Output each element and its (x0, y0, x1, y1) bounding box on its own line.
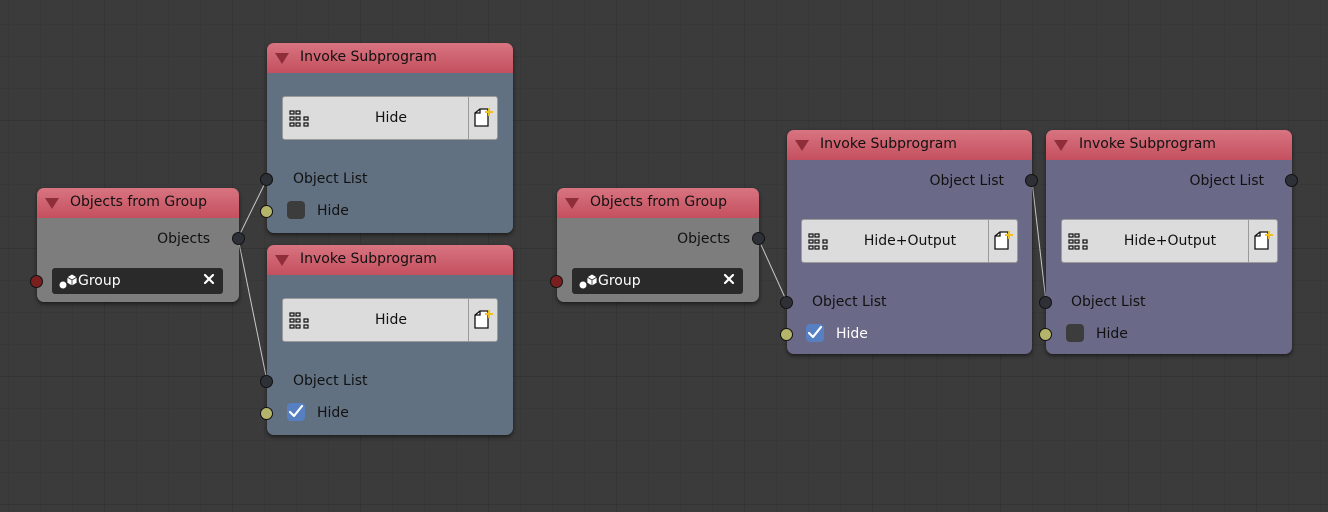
link-objects-to-invoke-3 (757, 237, 788, 303)
group-input-socket[interactable] (550, 275, 563, 288)
group-input-socket[interactable] (30, 275, 43, 288)
object-list-input-label: Object List (812, 294, 887, 310)
new-subprogram-button[interactable] (468, 97, 497, 139)
hide-input-socket[interactable] (780, 328, 793, 341)
node-title: Invoke Subprogram (1079, 136, 1216, 152)
node-header[interactable]: Objects from Group (557, 188, 759, 218)
node-title: Invoke Subprogram (300, 49, 437, 65)
node-tree-icon (1068, 233, 1088, 250)
new-file-icon (474, 108, 493, 127)
group-value: Group (78, 273, 121, 289)
group-icon (579, 273, 598, 289)
group-selector[interactable]: Group (572, 268, 743, 294)
node-header[interactable]: Objects from Group (37, 188, 239, 218)
checkmark-icon (807, 325, 823, 339)
object-list-output-socket[interactable] (1025, 174, 1038, 187)
node-title: Objects from Group (590, 194, 727, 210)
link-objects-to-invoke-2 (237, 237, 268, 382)
node-title: Objects from Group (70, 194, 207, 210)
node-tree-icon (289, 312, 309, 329)
subprogram-selector[interactable]: Hide+Output (1061, 219, 1278, 263)
node-header[interactable]: Invoke Subprogram (267, 43, 513, 73)
hide-checkbox[interactable] (1066, 324, 1084, 342)
subprogram-selector[interactable]: Hide (282, 96, 498, 140)
objects-output-socket[interactable] (232, 232, 245, 245)
new-subprogram-button[interactable] (1248, 220, 1277, 262)
subprogram-selector[interactable]: Hide (282, 298, 498, 342)
node-header[interactable]: Invoke Subprogram (267, 245, 513, 275)
subprogram-name: Hide (375, 312, 407, 328)
checkmark-icon (288, 404, 304, 418)
node-tree-icon (289, 110, 309, 127)
invoke-subprogram-node-4[interactable]: Invoke Subprogram Object List Hide+Outpu… (1039, 130, 1298, 354)
object-list-input-socket[interactable] (1039, 296, 1052, 309)
triangle-down-icon[interactable] (275, 255, 289, 266)
triangle-down-icon[interactable] (1054, 140, 1068, 151)
hide-checkbox-label: Hide (317, 405, 349, 421)
new-subprogram-button[interactable] (988, 220, 1017, 262)
node-title: Invoke Subprogram (820, 136, 957, 152)
objects-from-group-node-2[interactable]: Objects from Group Objects Group (550, 188, 765, 302)
node-title: Invoke Subprogram (300, 251, 437, 267)
invoke-subprogram-node-3[interactable]: Invoke Subprogram Object List Hide+Outpu… (780, 130, 1038, 354)
link-invoke-3-to-invoke-4 (1031, 180, 1047, 303)
subprogram-name: Hide+Output (863, 233, 957, 249)
x-icon[interactable] (203, 273, 215, 285)
object-list-input-socket[interactable] (260, 173, 273, 186)
triangle-down-icon[interactable] (795, 140, 809, 151)
hide-checkbox[interactable] (287, 403, 305, 421)
triangle-down-icon[interactable] (565, 198, 579, 209)
x-icon[interactable] (723, 273, 735, 285)
objects-from-group-node-1[interactable]: Objects from Group Objects Group (30, 188, 245, 302)
node-header[interactable]: Invoke Subprogram (1046, 130, 1292, 160)
object-list-input-label: Object List (293, 373, 368, 389)
object-list-output-socket[interactable] (1285, 174, 1298, 187)
invoke-subprogram-node-2[interactable]: Invoke Subprogram Hide Object List Hide (260, 245, 513, 435)
object-list-input-socket[interactable] (780, 296, 793, 309)
hide-checkbox-label: Hide (317, 203, 349, 219)
hide-input-socket[interactable] (1039, 328, 1052, 341)
hide-checkbox[interactable] (806, 324, 824, 342)
object-list-output-label: Object List (929, 173, 1004, 189)
hide-checkbox[interactable] (287, 201, 305, 219)
node-header[interactable]: Invoke Subprogram (787, 130, 1032, 160)
group-icon (59, 273, 78, 289)
objects-output-socket[interactable] (752, 232, 765, 245)
object-list-input-label: Object List (293, 171, 368, 187)
hide-input-socket[interactable] (260, 407, 273, 420)
objects-output-label: Objects (157, 231, 210, 247)
objects-output-label: Objects (677, 231, 730, 247)
node-tree-icon (808, 233, 828, 250)
triangle-down-icon[interactable] (275, 53, 289, 64)
subprogram-selector[interactable]: Hide+Output (801, 219, 1018, 263)
object-list-output-label: Object List (1189, 173, 1264, 189)
subprogram-name: Hide (375, 110, 407, 126)
invoke-subprogram-node-1[interactable]: Invoke Subprogram Hide Object List Hide (260, 43, 513, 233)
hide-input-socket[interactable] (260, 205, 273, 218)
group-value: Group (598, 273, 641, 289)
object-list-input-socket[interactable] (260, 375, 273, 388)
new-file-icon (474, 310, 493, 329)
hide-checkbox-label: Hide (836, 326, 868, 342)
triangle-down-icon[interactable] (45, 198, 59, 209)
new-file-icon (994, 231, 1013, 250)
hide-checkbox-label: Hide (1096, 326, 1128, 342)
new-subprogram-button[interactable] (468, 299, 497, 341)
new-file-icon (1254, 231, 1273, 250)
object-list-input-label: Object List (1071, 294, 1146, 310)
subprogram-name: Hide+Output (1123, 233, 1217, 249)
group-selector[interactable]: Group (52, 268, 223, 294)
